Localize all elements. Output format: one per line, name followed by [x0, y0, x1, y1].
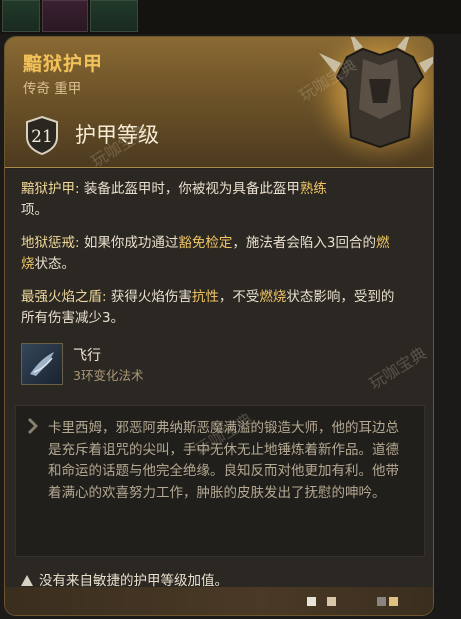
armor-class-value: 21	[31, 127, 53, 147]
spell-level-school: 3环变化法术	[73, 368, 144, 383]
armor-class-shield-icon: 21	[26, 115, 58, 155]
spell-name: 飞行	[73, 348, 101, 364]
item-rarity-type: 传奇 重甲	[23, 81, 82, 97]
inventory-slot[interactable]	[90, 0, 138, 32]
warning-icon	[21, 575, 33, 586]
quote-mark-icon	[28, 418, 38, 434]
property-infernal-armor: 黯狱护甲: 装备此盔甲时，你被视为具备此盔甲熟练 项。	[21, 181, 327, 218]
flavor-text: 卡里西姆，邪恶阿弗纳斯恶魔满溢的锻造大师，他的耳边总是充斥着诅咒的尖叫，手中无休…	[48, 420, 399, 501]
footer-marker	[377, 597, 386, 606]
dex-warning: 没有来自敏捷的护甲等级加值。	[21, 569, 228, 589]
inventory-slot[interactable]	[2, 0, 40, 32]
footer-marker	[389, 597, 398, 606]
tooltip-header: 黯狱护甲 传奇 重甲 21 护甲等级	[5, 37, 433, 168]
flight-spell-icon	[21, 343, 63, 385]
item-name: 黯狱护甲	[23, 53, 104, 75]
tooltip-body: 黯狱护甲: 装备此盔甲时，你被视为具备此盔甲熟练 项。 地狱惩戒: 如果你成功通过…	[5, 169, 433, 615]
armor-item-image	[306, 37, 433, 168]
tooltip-footer	[5, 587, 433, 615]
granted-spell[interactable]: 飞行 3环变化法术	[21, 343, 401, 387]
inventory-slot[interactable]	[42, 0, 88, 32]
footer-marker	[307, 597, 316, 606]
armor-class-label: 护甲等级	[75, 123, 159, 147]
property-hellish-rebuke: 地狱惩戒: 如果你成功通过豁免检定，施法者会陷入3回合的燃烧状态。	[21, 235, 390, 272]
footer-marker	[327, 597, 336, 606]
flavor-text-box: 卡里西姆，邪恶阿弗纳斯恶魔满溢的锻造大师，他的耳边总是充斥着诅咒的尖叫，手中无休…	[15, 405, 425, 557]
inventory-strip	[0, 0, 461, 34]
item-tooltip: 黯狱护甲 传奇 重甲 21 护甲等级 黯狱护甲: 装备此盔甲时，你被视为具备此盔…	[4, 36, 434, 616]
property-fire-shield: 最强火焰之盾: 获得火焰伤害抗性，不受燃烧状态影响，受到的所有伤害减少3。	[21, 289, 395, 326]
